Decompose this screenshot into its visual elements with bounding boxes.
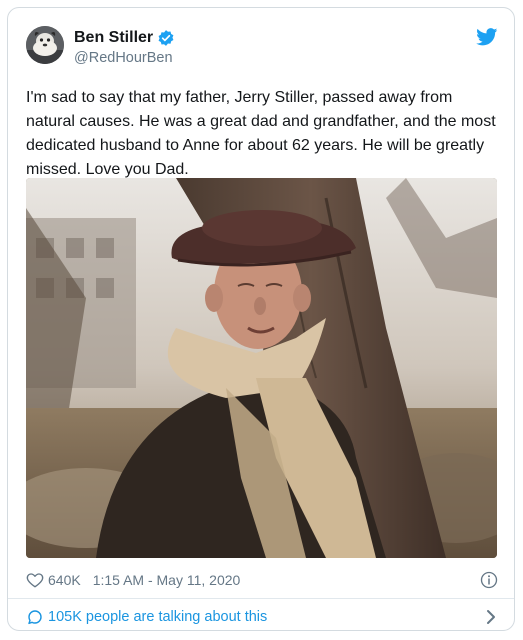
avatar[interactable] — [26, 26, 64, 64]
tweet-timestamp[interactable]: 1:15 AM - May 11, 2020 — [93, 572, 241, 588]
tweet-meta-row: 640K 1:15 AM - May 11, 2020 — [26, 568, 498, 592]
verified-badge-icon — [157, 29, 175, 47]
author-handle[interactable]: @RedHourBen — [74, 50, 173, 66]
heart-icon[interactable] — [26, 571, 44, 589]
tweet-photo[interactable] — [26, 178, 497, 558]
like-count[interactable]: 640K — [48, 572, 81, 588]
author-name-row: Ben Stiller — [74, 28, 175, 48]
tweet-card: Ben Stiller @RedHourBen I'm sad to say t… — [7, 7, 515, 631]
twitter-bird-icon[interactable] — [476, 28, 498, 46]
tweet-header: Ben Stiller @RedHourBen — [26, 24, 498, 72]
author-display-name[interactable]: Ben Stiller — [74, 29, 153, 47]
conversation-link[interactable]: 105K people are talking about this — [26, 605, 498, 629]
info-icon[interactable] — [480, 571, 498, 589]
speech-bubble-icon — [26, 608, 44, 626]
chevron-right-icon — [484, 609, 498, 625]
conversation-link-label: 105K people are talking about this — [48, 609, 268, 625]
tweet-text: I'm sad to say that my father, Jerry Sti… — [26, 89, 496, 178]
divider — [8, 598, 514, 599]
